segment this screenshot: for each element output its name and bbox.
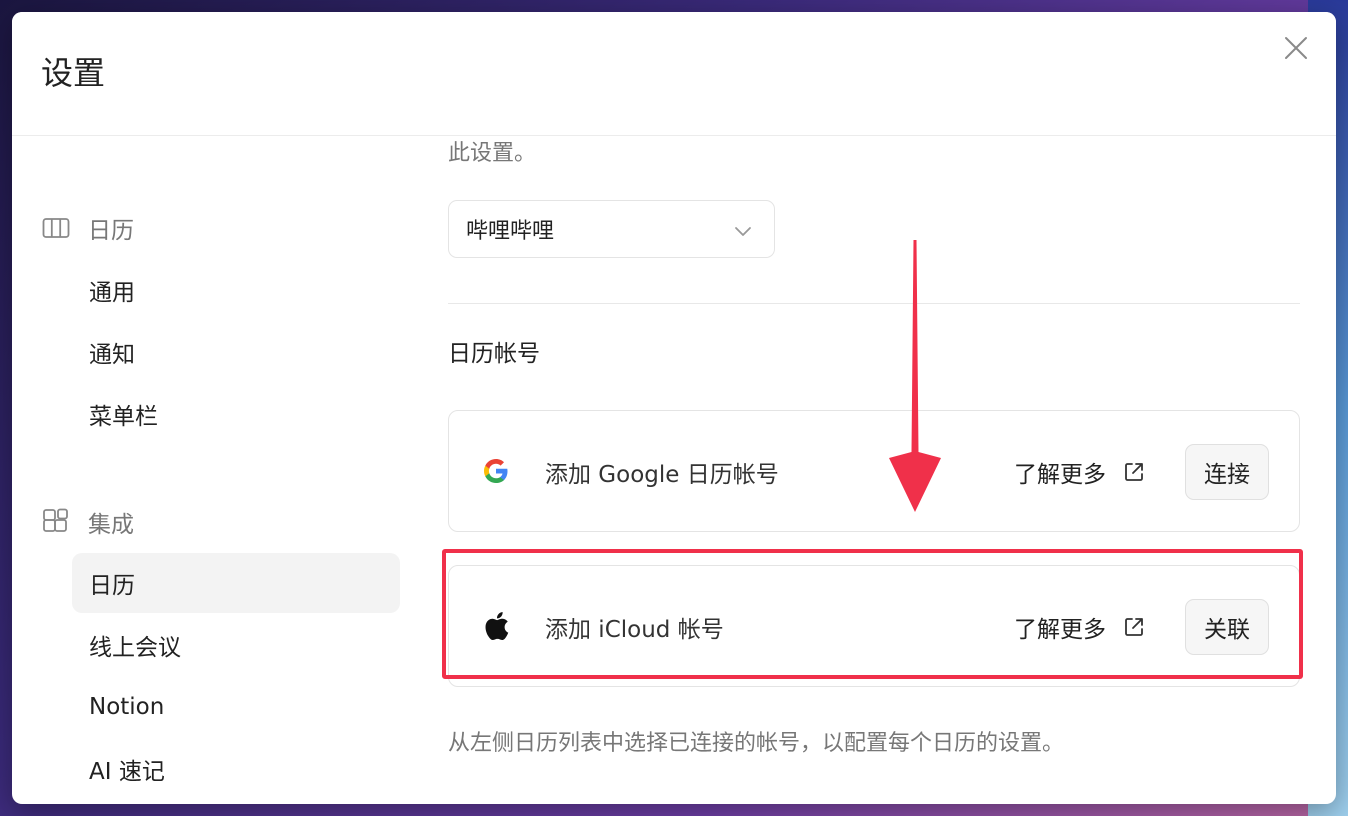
sidebar-group-calendar: 日历 [42,210,134,246]
integrations-grid-icon [42,508,70,536]
sidebar-item-label: 通用 [89,280,135,306]
section-divider [448,303,1300,304]
sidebar-item-general[interactable]: 通用 [72,260,400,320]
sidebar-item-menubar[interactable]: 菜单栏 [72,384,400,444]
close-icon[interactable] [1280,32,1312,64]
accounts-footnote: 从左侧日历列表中选择已连接的帐号，以配置每个日历的设置。 [448,731,1065,756]
sidebar-item-notion[interactable]: Notion [72,677,400,737]
calendar-select[interactable]: 哔哩哔哩 [448,200,775,258]
calendar-columns-icon [42,214,70,242]
sidebar-item-label: 线上会议 [89,635,181,661]
sidebar-item-label: 日历 [89,573,135,599]
sidebar-item-notifications[interactable]: 通知 [72,322,400,382]
learn-more-label: 了解更多 [1014,617,1106,643]
truncated-description: 此设置。 [448,141,537,166]
apple-icon [479,609,513,643]
settings-sidebar: 日历 通用 通知 菜单栏 集成 日历 线上会议 Notion AI 速记 [12,137,422,804]
dialog-title: 设置 [41,54,106,92]
sidebar-item-label: Notion [89,694,165,720]
sidebar-group-label: 日历 [88,218,134,244]
connect-google-button[interactable]: 连接 [1185,444,1269,500]
learn-more-link[interactable]: 了解更多 [1014,455,1146,489]
sidebar-item-label: AI 速记 [89,759,165,785]
settings-dialog: 设置 日历 通用 通知 菜单栏 集成 日历 线上会议 Notion AI 速记 … [12,12,1336,804]
sidebar-item-ai-notes[interactable]: AI 速记 [72,739,400,799]
google-account-row: 添加 Google 日历帐号 了解更多 连接 [448,410,1300,532]
link-icloud-button[interactable]: 关联 [1185,599,1269,655]
google-icon [479,454,513,488]
learn-more-label: 了解更多 [1014,462,1106,488]
account-label: 添加 Google 日历帐号 [545,462,779,488]
icloud-account-row: 添加 iCloud 帐号 了解更多 关联 [448,565,1300,687]
chevron-down-icon [734,221,752,239]
sidebar-group-label: 集成 [88,512,134,538]
section-title: 日历帐号 [448,341,540,367]
select-value: 哔哩哔哩 [466,219,555,244]
settings-content: 此设置。 哔哩哔哩 日历帐号 添加 Google 日历帐号 了解更多 连接 添加… [448,137,1308,804]
sidebar-item-online-meetings[interactable]: 线上会议 [72,615,400,675]
sidebar-item-label: 通知 [89,342,135,368]
learn-more-link[interactable]: 了解更多 [1014,610,1146,644]
external-link-icon [1122,460,1146,484]
sidebar-item-calendar-integration[interactable]: 日历 [72,553,400,613]
external-link-icon [1122,615,1146,639]
account-label: 添加 iCloud 帐号 [545,617,724,643]
sidebar-item-label: 菜单栏 [89,404,158,430]
dialog-header: 设置 [12,12,1336,136]
sidebar-group-integrations: 集成 [42,504,134,540]
